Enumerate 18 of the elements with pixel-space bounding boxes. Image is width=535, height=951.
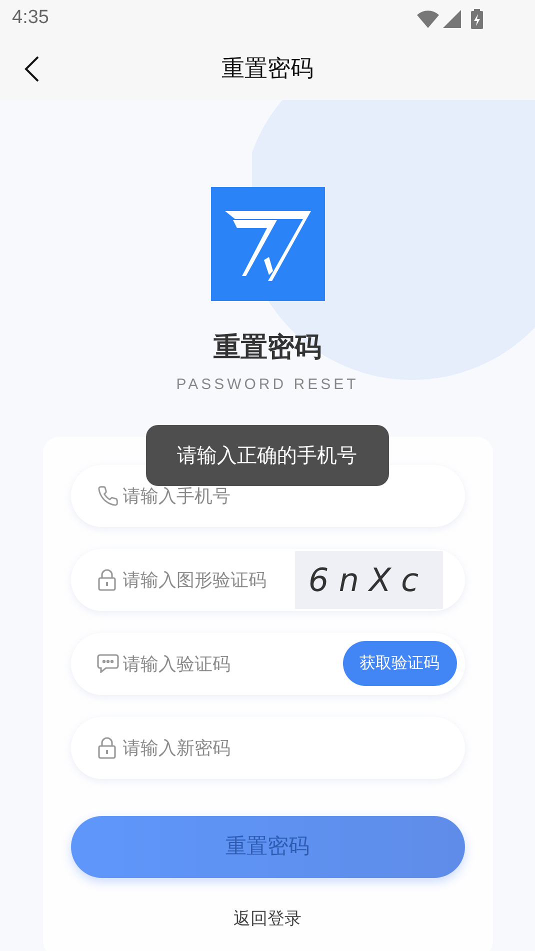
captcha-image[interactable]: 6nXc <box>294 551 442 609</box>
page-subtitle: PASSWORD RESET <box>176 374 359 394</box>
back-to-login-link[interactable]: 返回登录 <box>234 906 302 932</box>
phone-icon <box>96 485 118 507</box>
lock-icon <box>96 569 116 591</box>
battery-icon <box>471 8 483 28</box>
signal-icon <box>443 10 461 28</box>
get-code-button[interactable]: 获取验证码 <box>342 641 456 686</box>
header-title: 重置密码 <box>222 54 314 84</box>
wifi-icon <box>417 10 439 28</box>
page-title: 重置密码 <box>214 331 322 364</box>
lock-icon <box>96 737 116 759</box>
chat-icon <box>96 653 118 673</box>
logo-icon <box>210 187 324 301</box>
toast: 请输入正确的手机号 <box>146 425 388 486</box>
input-field[interactable]: 请输入新密码 <box>70 717 464 779</box>
status-time: 4:35 <box>12 6 49 30</box>
back-icon <box>24 56 40 82</box>
